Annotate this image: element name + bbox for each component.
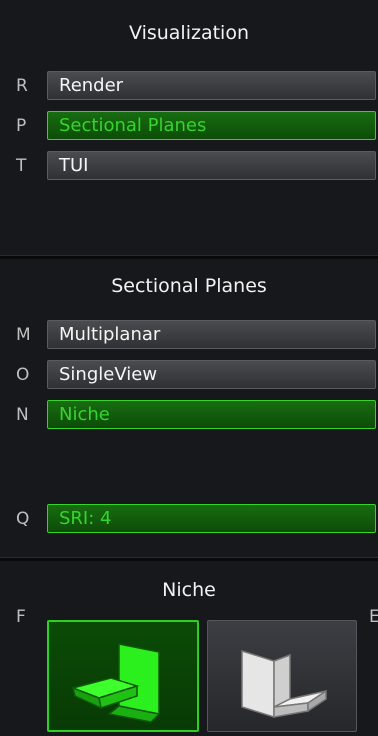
shortcut-key-o: O [16, 365, 30, 385]
shortcut-key-f: F [16, 607, 26, 627]
niche-title: Niche [162, 579, 216, 601]
niche-green-tile[interactable] [47, 620, 199, 732]
shortcut-key-m: M [16, 325, 31, 345]
visualization-panel: Visualization R Render P Sectional Plane… [0, 0, 378, 255]
multiplanar-button[interactable]: Multiplanar [47, 320, 376, 349]
niche-button[interactable]: Niche [47, 400, 376, 429]
niche-gray-icon [241, 649, 327, 719]
shortcut-key-n: N [16, 405, 29, 425]
niche-green-icon [70, 643, 161, 723]
singleview-button[interactable]: SingleView [47, 360, 376, 389]
sectional-planes-panel: Sectional Planes M Multiplanar O SingleV… [0, 259, 378, 557]
sectional-planes-button[interactable]: Sectional Planes [47, 111, 376, 140]
niche-gray-tile[interactable] [207, 620, 357, 732]
shortcut-key-q: Q [16, 509, 30, 529]
tui-button[interactable]: TUI [47, 151, 376, 180]
visualization-title: Visualization [128, 22, 249, 44]
shortcut-key-r: R [16, 76, 28, 96]
sectional-planes-title: Sectional Planes [111, 275, 267, 297]
shortcut-key-p: P [16, 116, 27, 136]
sri-button[interactable]: SRI: 4 [47, 504, 376, 533]
shortcut-key-t: T [16, 156, 27, 176]
shortcut-key-e: E [369, 607, 378, 627]
render-button[interactable]: Render [47, 71, 376, 100]
